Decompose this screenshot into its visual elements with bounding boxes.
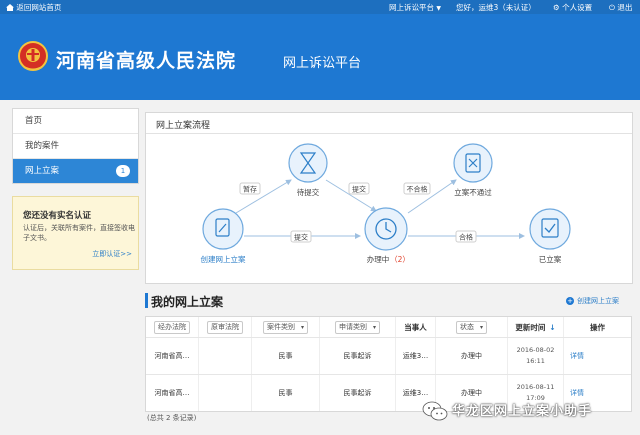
logout-link[interactable]: ⏻ 退出 <box>609 2 632 13</box>
node-label-filed: 已立案 <box>539 254 562 264</box>
header-cell: 申请类别 ▾ <box>320 317 396 337</box>
platform-menu-label: 网上诉讼平台 <box>389 3 434 12</box>
sidebar-item-label: 我的案件 <box>25 141 60 151</box>
home-icon <box>6 4 14 11</box>
court-emblem-icon <box>18 41 48 71</box>
status-cell: 办理中 <box>436 338 508 374</box>
action-header: 操作 <box>590 322 605 332</box>
site-header: 河南省高级人民法院 网上诉讼平台 <box>0 14 640 100</box>
origin-court-filter[interactable]: 原审法院 <box>207 320 243 334</box>
create-filing-label: 创建网上立案 <box>577 297 619 305</box>
apply-type-cell: 民事起诉 <box>320 375 396 411</box>
court-filter[interactable]: 经办法院 <box>154 320 190 334</box>
updated-sort-header[interactable]: 更新时间 ↓ <box>508 317 564 337</box>
gear-icon: ⚙ <box>553 3 560 12</box>
count-badge: 1 <box>116 165 130 177</box>
sidebar-item-home[interactable]: 首页 <box>13 109 138 134</box>
top-bar: 返回网站首页 网上诉讼平台 ▼ 您好，运维3（未认证） ⚙ 个人设置 ⏻ 退出 <box>0 0 640 14</box>
table-row: 河南省高… 民事 民事起诉 运维3… 办理中 2016-08-02 16:11 详… <box>146 338 631 375</box>
header-cell: 状态 ▾ <box>436 317 508 337</box>
sidebar-item-label: 首页 <box>25 116 43 126</box>
platform-name: 网上诉讼平台 <box>283 56 362 71</box>
watermark-text: 华龙区网上立案小助手 <box>452 404 593 419</box>
node-rejected: 立案不通过 <box>453 143 493 197</box>
filing-flow-panel: 网上立案流程 暂存 提交 提交 不合格 合格 创建网上立案 待提交 办理中 （2… <box>145 112 633 284</box>
processing-count[interactable]: （2） <box>390 255 410 264</box>
party-header: 当事人 <box>396 317 436 337</box>
case-type-cell: 民事 <box>252 338 320 374</box>
court-cell: 河南省高… <box>146 338 199 374</box>
home-link[interactable]: 返回网站首页 <box>6 2 61 13</box>
node-label-processing: 办理中 <box>367 254 390 264</box>
edge-label-submit-top: 提交 <box>352 185 366 194</box>
cases-table: 经办法院 原审法院 案件类别 ▾ 申请类别 ▾ 当事人 状态 ▾ 更新时间 ↓ 操作 河… <box>145 316 632 412</box>
apply-type-label: 申请类别 <box>338 322 367 331</box>
settings-link[interactable]: ⚙ 个人设置 <box>553 2 592 13</box>
updated-label: 更新时间 <box>515 322 546 332</box>
user-greeting[interactable]: 您好，运维3（未认证） <box>456 2 536 13</box>
chevron-down-icon: ▾ <box>372 323 376 331</box>
apply-type-filter[interactable]: 申请类别 ▾ <box>334 320 380 334</box>
create-filing-button[interactable]: + 创建网上立案 <box>566 296 619 306</box>
edge-label-fail: 不合格 <box>407 185 428 194</box>
header-cell: 原审法院 <box>199 317 252 337</box>
settings-label: 个人设置 <box>562 3 593 12</box>
chevron-down-icon: ▼ <box>436 5 442 12</box>
edge-label-save: 暂存 <box>243 185 257 194</box>
details-link[interactable]: 详情 <box>564 338 631 374</box>
status-label: 状态 <box>459 322 474 331</box>
updated-time: 16:11 <box>526 357 545 365</box>
node-create[interactable]: 创建网上立案 <box>201 208 246 264</box>
cases-title-label: 我的网上立案 <box>151 295 224 309</box>
notice-title: 您还没有实名认证 <box>23 211 92 221</box>
total-records: (总共 2 条记录) <box>147 414 197 422</box>
edge-label-submit-mid: 提交 <box>294 233 308 242</box>
case-type-filter[interactable]: 案件类别 ▾ <box>262 320 308 334</box>
court-name: 河南省高级人民法院 <box>56 50 237 72</box>
node-filed: 已立案 <box>529 208 571 264</box>
node-label-rejected: 立案不通过 <box>454 187 492 197</box>
node-label-create[interactable]: 创建网上立案 <box>201 254 246 264</box>
cases-title: 我的网上立案 <box>145 293 223 310</box>
sidebar-item-my-cases[interactable]: 我的案件 <box>13 134 138 159</box>
home-link-label: 返回网站首页 <box>16 3 62 12</box>
node-label-pending: 待提交 <box>297 187 320 197</box>
chevron-down-icon: ▾ <box>479 323 483 331</box>
power-icon: ⏻ <box>609 3 615 12</box>
case-type-cell: 民事 <box>252 375 320 411</box>
apply-type-cell: 民事起诉 <box>320 338 396 374</box>
updated-date: 2016-08-02 <box>516 346 555 354</box>
sidebar-menu: 首页 我的案件 网上立案 1 <box>12 108 139 184</box>
party-cell: 运维3… <box>396 338 436 374</box>
node-processing: 办理中 （2） <box>364 207 410 264</box>
sidebar-item-label: 网上立案 <box>25 166 60 176</box>
header-cell: 经办法院 <box>146 317 199 337</box>
header-cell: 案件类别 ▾ <box>252 317 320 337</box>
updated-date: 2016-08-11 <box>516 383 555 391</box>
chevron-down-icon: ▾ <box>300 323 304 331</box>
node-pending: 待提交 <box>288 143 328 197</box>
case-type-label: 案件类别 <box>266 322 295 331</box>
logout-label: 退出 <box>617 3 633 12</box>
status-filter[interactable]: 状态 ▾ <box>455 320 487 334</box>
wechat-icon <box>422 401 448 421</box>
origin-court-cell <box>199 375 252 411</box>
flow-diagram: 暂存 提交 提交 不合格 合格 创建网上立案 待提交 办理中 （2） 立案不通过… <box>201 143 571 264</box>
platform-menu[interactable]: 网上诉讼平台 ▼ <box>389 2 441 13</box>
verification-notice: 您还没有实名认证 认证后，关联所有案件，直接签收电子文书。 立即认证>> <box>12 196 139 270</box>
notice-text: 认证后，关联所有案件，直接签收电子文书。 <box>23 224 135 242</box>
sidebar-item-online-filing[interactable]: 网上立案 1 <box>13 159 138 183</box>
court-cell: 河南省高… <box>146 375 199 411</box>
updated-cell: 2016-08-02 16:11 <box>508 338 564 374</box>
verify-now-link[interactable]: 立即认证>> <box>92 249 132 259</box>
edge-label-pass: 合格 <box>459 233 473 242</box>
sort-down-icon: ↓ <box>549 322 556 332</box>
table-header-row: 经办法院 原审法院 案件类别 ▾ 申请类别 ▾ 当事人 状态 ▾ 更新时间 ↓ 操作 <box>146 317 631 338</box>
origin-court-cell <box>199 338 252 374</box>
plus-icon: + <box>566 297 574 305</box>
